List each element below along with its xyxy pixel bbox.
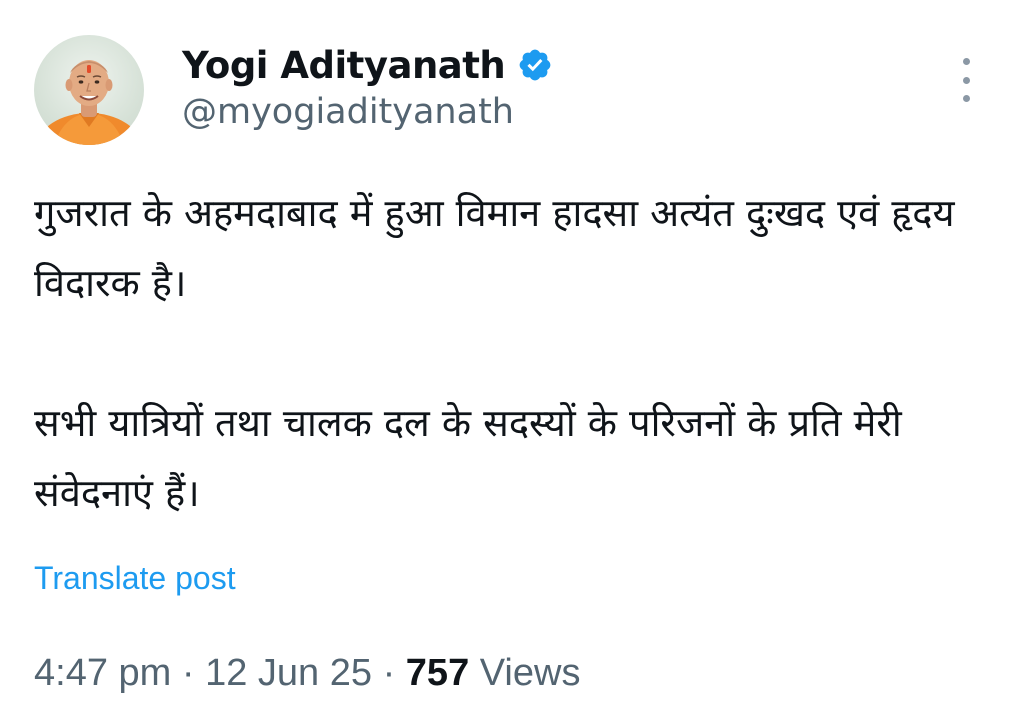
post-paragraph: सभी यात्रियों तथा चालक दल के सदस्यों के … xyxy=(34,401,902,515)
post-metadata: 4:47 pm · 12 Jun 25 · 757 Views xyxy=(34,652,580,695)
tweet-card: Yogi Adityanath @myogiadityanath गुजरात … xyxy=(0,0,1024,714)
author-name-row: Yogi Adityanath xyxy=(182,40,553,90)
author-display-name[interactable]: Yogi Adityanath xyxy=(182,44,506,87)
verified-badge-icon xyxy=(517,47,553,83)
author-handle[interactable]: @myogiadityanath xyxy=(182,92,514,132)
avatar[interactable] xyxy=(34,35,144,145)
translate-post-link[interactable]: Translate post xyxy=(34,560,236,597)
meta-separator: · xyxy=(382,652,396,694)
views-label: Views xyxy=(479,652,581,694)
profile-photo-icon xyxy=(37,60,141,145)
post-text: गुजरात के अहमदाबाद में हुआ विमान हादसा अ… xyxy=(34,178,1004,528)
meta-separator: · xyxy=(181,652,195,694)
more-vertical-icon xyxy=(962,58,970,65)
more-options-button[interactable] xyxy=(950,58,982,102)
views-count[interactable]: 757 xyxy=(406,652,469,694)
post-time[interactable]: 4:47 pm xyxy=(34,652,171,694)
post-paragraph: गुजरात के अहमदाबाद में हुआ विमान हादसा अ… xyxy=(34,191,955,305)
post-date[interactable]: 12 Jun 25 xyxy=(205,652,372,694)
